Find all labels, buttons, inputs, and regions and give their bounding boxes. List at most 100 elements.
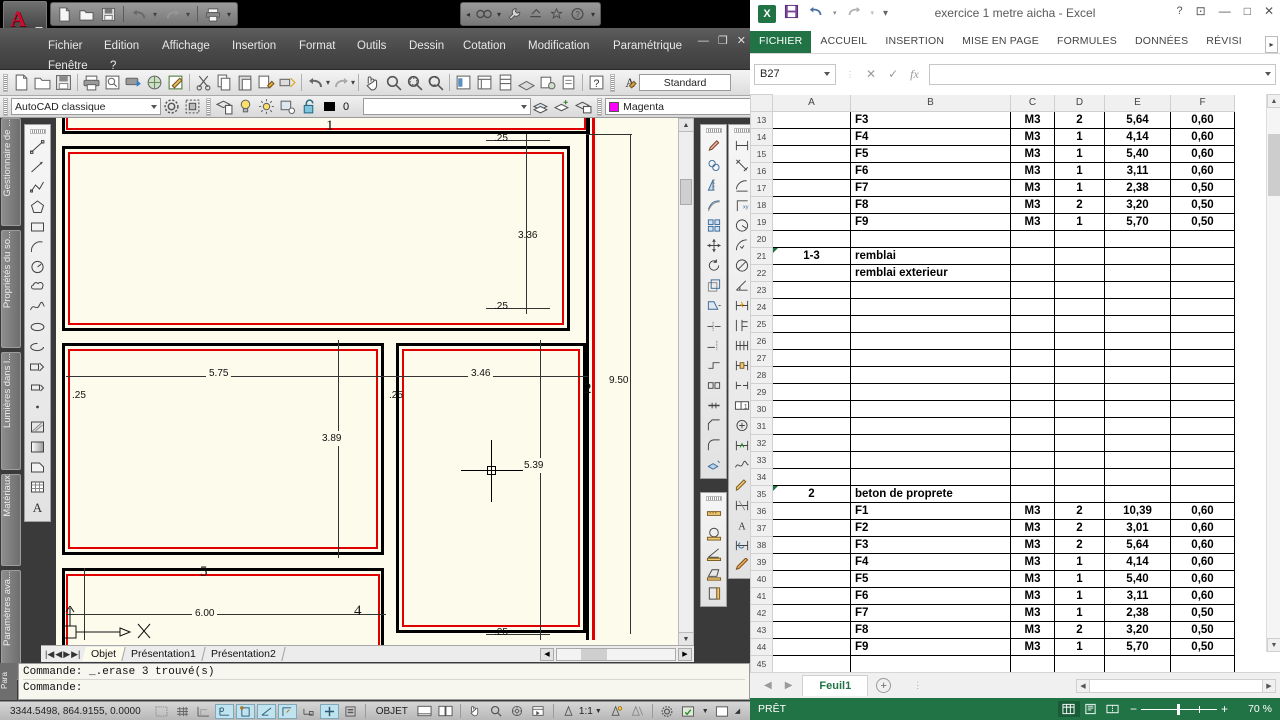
cell-D24[interactable] xyxy=(1054,298,1105,316)
cell-B32[interactable] xyxy=(850,434,1011,452)
cell-A36[interactable] xyxy=(772,502,851,520)
cell-F18[interactable]: 0,50 xyxy=(1170,196,1235,214)
table-icon[interactable] xyxy=(27,477,48,497)
toggle-fullscreen-icon[interactable] xyxy=(713,704,732,719)
cell-D20[interactable] xyxy=(1054,230,1105,248)
workspace-lock-icon[interactable] xyxy=(183,97,202,116)
cell-F22[interactable] xyxy=(1170,264,1235,282)
scroll-thumb[interactable] xyxy=(1268,134,1280,196)
cancel-entry-icon[interactable]: ✕ xyxy=(866,67,876,81)
cell-F19[interactable]: 0,50 xyxy=(1170,213,1235,231)
command-window-grip[interactable]: Para xyxy=(0,663,17,700)
formula-input[interactable] xyxy=(928,63,1276,85)
cell-C33[interactable] xyxy=(1010,451,1055,469)
cell-F29[interactable] xyxy=(1170,383,1235,401)
layer-properties-manager-icon[interactable] xyxy=(215,97,234,116)
add-sheet-icon[interactable]: + xyxy=(876,678,892,693)
row-header[interactable]: 29 xyxy=(750,383,773,401)
cell-B39[interactable]: F4 xyxy=(850,553,1011,571)
canvas-hscrollbar[interactable]: ◀ ▶ xyxy=(540,647,694,661)
cell-F33[interactable] xyxy=(1170,451,1235,469)
cell-A19[interactable] xyxy=(772,213,851,231)
cell-A30[interactable] xyxy=(772,400,851,418)
cell-D39[interactable]: 1 xyxy=(1054,553,1105,571)
cell-B44[interactable]: F9 xyxy=(850,638,1011,656)
cell-D44[interactable]: 1 xyxy=(1054,638,1105,656)
cell-E33[interactable] xyxy=(1104,451,1171,469)
excel-vertical-scrollbar[interactable]: ▲ ▼ xyxy=(1266,94,1280,652)
cell-F44[interactable]: 0,50 xyxy=(1170,638,1235,656)
toolbar-grip[interactable] xyxy=(29,129,46,134)
steering-wheel-icon[interactable] xyxy=(508,704,527,719)
toolbar-grip[interactable] xyxy=(597,97,603,116)
extend-icon[interactable] xyxy=(703,335,724,355)
ortho-mode-icon[interactable] xyxy=(214,703,234,719)
cell-D45[interactable] xyxy=(1054,655,1105,673)
cell-D34[interactable] xyxy=(1054,468,1105,486)
cell-B45[interactable] xyxy=(850,655,1011,673)
next-sheet-icon[interactable]: ▶ xyxy=(785,680,793,691)
cell-C45[interactable] xyxy=(1010,655,1055,673)
cell-D15[interactable]: 1 xyxy=(1054,145,1105,163)
cell-A44[interactable] xyxy=(772,638,851,656)
save-icon[interactable] xyxy=(101,7,116,22)
cell-B37[interactable]: F2 xyxy=(850,519,1011,537)
cell-F13[interactable]: 0,60 xyxy=(1170,111,1235,129)
cell-C27[interactable] xyxy=(1010,349,1055,367)
cell-D37[interactable]: 2 xyxy=(1054,519,1105,537)
command-prompt-line[interactable]: Commande: xyxy=(23,680,745,696)
cell-E35[interactable] xyxy=(1104,485,1171,503)
cell-E32[interactable] xyxy=(1104,434,1171,452)
cell-C34[interactable] xyxy=(1010,468,1055,486)
page-layout-view-icon[interactable] xyxy=(1080,701,1102,717)
text-style-icon[interactable]: A xyxy=(619,73,638,92)
pan-icon[interactable] xyxy=(466,704,485,719)
help-icon[interactable]: ? xyxy=(570,7,585,22)
zoom-in-icon[interactable]: + xyxy=(1221,702,1228,716)
aligned-dimension-icon[interactable] xyxy=(731,155,750,175)
row-header[interactable]: 34 xyxy=(750,468,773,486)
menu-cotation[interactable]: Cotation xyxy=(463,40,506,52)
break-icon[interactable] xyxy=(703,375,724,395)
autocad-command-window[interactable]: Commande: _.erase 3 trouvé(s) Commande: xyxy=(18,663,750,700)
zoom-slider[interactable]: − + xyxy=(1130,702,1228,716)
mirror-icon[interactable] xyxy=(703,175,724,195)
cell-A27[interactable] xyxy=(772,349,851,367)
scale-dropdown-icon[interactable]: ▼ xyxy=(595,708,602,715)
cell-A24[interactable] xyxy=(772,298,851,316)
cell-D29[interactable] xyxy=(1054,383,1105,401)
break-at-point-icon[interactable] xyxy=(703,355,724,375)
cell-C24[interactable] xyxy=(1010,298,1055,316)
row-header[interactable]: 26 xyxy=(750,332,773,350)
layer-previous-icon[interactable] xyxy=(532,97,551,116)
cell-B19[interactable]: F9 xyxy=(850,213,1011,231)
dimension-edit-icon[interactable] xyxy=(731,495,750,515)
zoom-realtime-icon[interactable] xyxy=(384,73,403,92)
favorites-star-icon[interactable] xyxy=(549,7,564,22)
workspace-combo[interactable]: AutoCAD classique xyxy=(11,98,161,115)
zoom-window-icon[interactable] xyxy=(405,73,424,92)
menu-fichier[interactable]: Fichier xyxy=(48,40,83,52)
cell-A35[interactable]: 2 xyxy=(772,485,851,503)
hscroll-thumb[interactable] xyxy=(581,648,607,660)
select-all-corner[interactable] xyxy=(750,94,773,112)
cell-E28[interactable] xyxy=(1104,366,1171,384)
cell-E42[interactable]: 2,38 xyxy=(1104,604,1171,622)
autocad-drawing-canvas[interactable]: 1 .25 3.36 .25 5.75 3.46 .25 .25 3.89 5.… xyxy=(56,118,694,646)
osnap-label[interactable]: OBJET xyxy=(370,706,414,717)
3dprint-icon[interactable] xyxy=(145,73,164,92)
cell-E19[interactable]: 5,70 xyxy=(1104,213,1171,231)
block-editor-icon[interactable] xyxy=(278,73,297,92)
hscroll-track[interactable] xyxy=(556,647,676,661)
spline-icon[interactable] xyxy=(27,297,48,317)
scroll-right-icon[interactable]: ▶ xyxy=(678,647,692,661)
row-header[interactable]: 16 xyxy=(750,162,773,180)
cell-D21[interactable] xyxy=(1054,247,1105,265)
erase-icon[interactable] xyxy=(703,135,724,155)
cell-A16[interactable] xyxy=(772,162,851,180)
fillet-icon[interactable] xyxy=(703,435,724,455)
palette-tab-lumieres[interactable]: Lumières dans l... xyxy=(1,352,21,470)
array-icon[interactable] xyxy=(703,215,724,235)
row-header[interactable]: 20 xyxy=(750,230,773,248)
cell-E26[interactable] xyxy=(1104,332,1171,350)
